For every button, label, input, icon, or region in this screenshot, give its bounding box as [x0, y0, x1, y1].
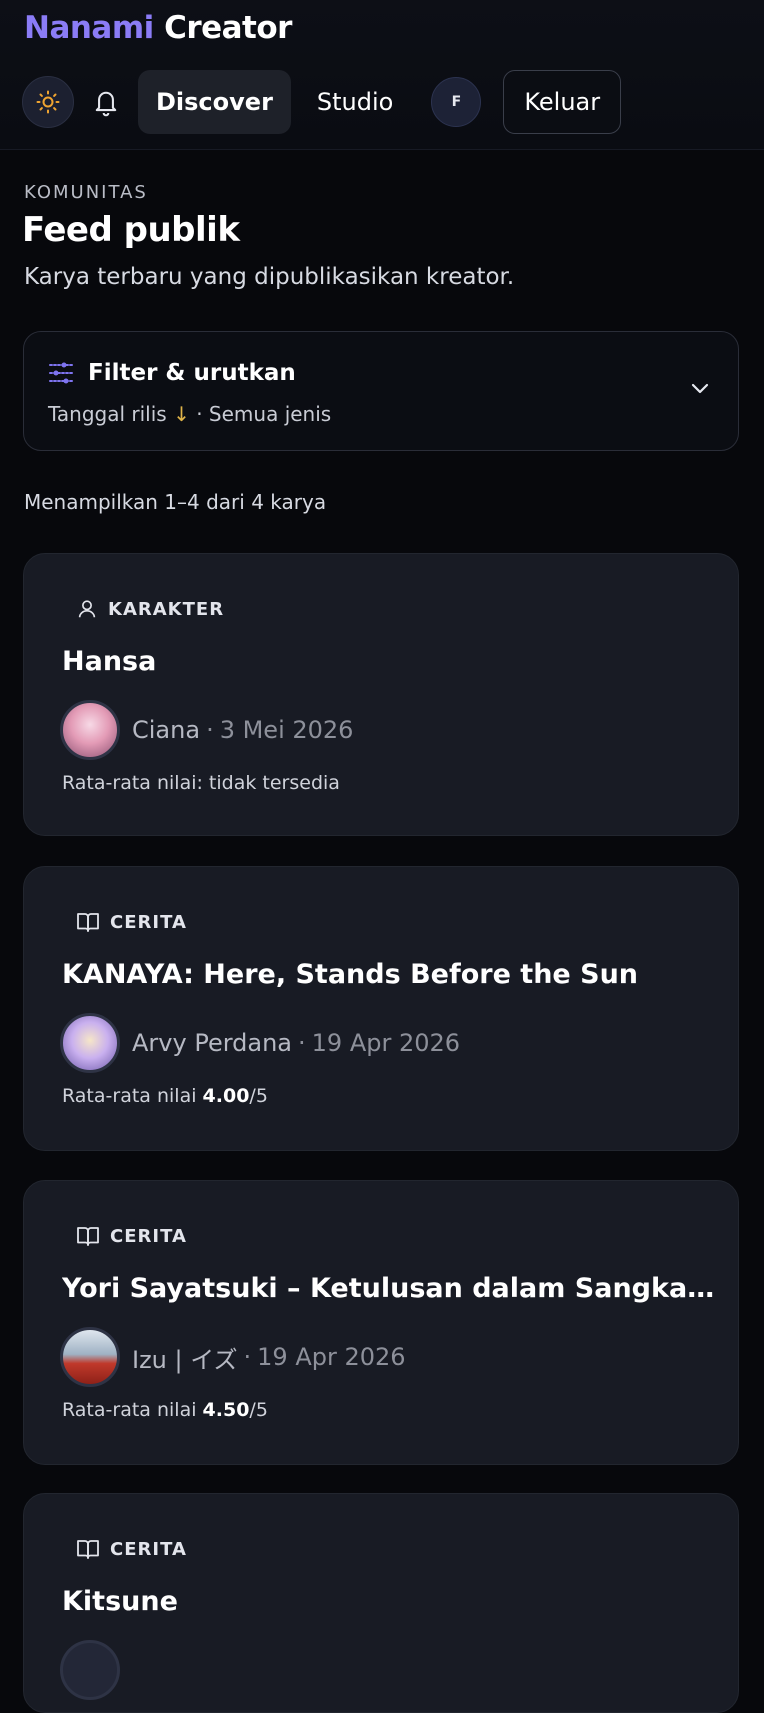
author-name: Arvy Perdana	[132, 1029, 293, 1057]
meta-separator: ·	[298, 1029, 306, 1057]
work-type-badge: CERITA	[76, 911, 187, 933]
type-filter-label: Semua jenis	[208, 402, 332, 426]
average-rating: Rata-rata nilai 4.00/5	[62, 1085, 268, 1107]
author-row[interactable]: Izu | イズ · 19 Apr 2026	[60, 1327, 406, 1387]
publish-date: 19 Apr 2026	[311, 1029, 461, 1057]
work-type-label: CERITA	[110, 911, 187, 933]
rating-value: 4.00	[202, 1085, 250, 1107]
main-nav: Discover Studio F Keluar	[22, 70, 622, 134]
sun-icon	[36, 90, 60, 114]
user-icon	[78, 600, 96, 618]
book-icon	[77, 1227, 99, 1246]
sort-direction-icon: ↓	[173, 402, 190, 426]
rating-prefix: Rata-rata nilai	[62, 1399, 203, 1421]
tab-studio[interactable]: Studio	[299, 70, 411, 134]
filter-title-row: Filter & urutkan	[48, 360, 296, 386]
work-card[interactable]: CERITA KANAYA: Here, Stands Before the S…	[23, 866, 739, 1151]
author-avatar	[60, 1013, 120, 1073]
work-card[interactable]: KARAKTER Hansa Ciana · 3 Mei 2026 Rata-r…	[23, 553, 739, 836]
meta-separator: ·	[243, 1343, 252, 1371]
work-type-label: KARAKTER	[108, 598, 225, 620]
filter-title: Filter & urutkan	[88, 360, 296, 386]
author-row[interactable]	[60, 1640, 132, 1700]
user-avatar[interactable]: F	[431, 77, 482, 127]
rating-prefix: Rata-rata nilai: tidak tersedia	[62, 772, 340, 794]
brand-second: Creator	[164, 10, 292, 46]
work-type-label: CERITA	[110, 1225, 187, 1247]
rating-prefix: Rata-rata nilai	[62, 1085, 203, 1107]
tab-discover[interactable]: Discover	[138, 70, 291, 134]
work-type-badge: CERITA	[76, 1225, 187, 1247]
page-subtitle: Karya terbaru yang dipublikasikan kreato…	[24, 264, 515, 290]
publish-date: 3 Mei 2026	[219, 716, 354, 744]
author-name: Izu | イズ	[132, 1345, 238, 1374]
chevron-down-icon	[691, 383, 709, 394]
section-eyebrow: KOMUNITAS	[24, 182, 148, 203]
work-title[interactable]: Hansa	[62, 646, 722, 677]
theme-toggle-button[interactable]	[22, 76, 74, 128]
rating-suffix: /5	[249, 1399, 268, 1421]
author-row[interactable]: Arvy Perdana · 19 Apr 2026	[60, 1013, 460, 1073]
publish-date: 19 Apr 2026	[257, 1343, 406, 1371]
author-avatar	[60, 1327, 120, 1387]
work-card[interactable]: CERITA Kitsune	[23, 1493, 739, 1713]
book-icon	[77, 913, 99, 932]
logout-button[interactable]: Keluar	[503, 70, 622, 134]
brand-logo[interactable]: Nanami Creator	[24, 10, 292, 46]
sort-label: Tanggal rilis	[48, 402, 167, 426]
results-count: Menampilkan 1–4 dari 4 karya	[24, 490, 327, 514]
author-avatar	[60, 700, 120, 760]
work-title[interactable]: KANAYA: Here, Stands Before the Sun	[62, 959, 722, 990]
average-rating: Rata-rata nilai: tidak tersedia	[62, 772, 340, 794]
book-icon	[77, 1540, 99, 1559]
work-title[interactable]: Yori Sayatsuki – Ketulusan dalam Sangkar…	[62, 1273, 722, 1304]
top-bar: Nanami Creator Discover Studio F Keluar	[0, 0, 764, 150]
bell-icon	[95, 91, 117, 117]
work-type-badge: KARAKTER	[76, 598, 224, 620]
filter-panel-toggle[interactable]: Filter & urutkan Tanggal rilis ↓ · Semua…	[23, 331, 739, 451]
filter-summary: Tanggal rilis ↓ · Semua jenis	[48, 402, 331, 426]
average-rating: Rata-rata nilai 4.50/5	[62, 1399, 268, 1421]
author-row[interactable]: Ciana · 3 Mei 2026	[60, 700, 353, 760]
filter-separator: ·	[196, 402, 203, 426]
sliders-icon	[49, 362, 73, 384]
brand-first: Nanami	[24, 10, 154, 46]
work-type-label: CERITA	[110, 1538, 187, 1560]
author-name: Ciana	[132, 716, 201, 744]
work-type-badge: CERITA	[76, 1538, 187, 1560]
rating-value: 4.50	[202, 1399, 250, 1421]
page-title: Feed publik	[22, 210, 240, 250]
work-title[interactable]: Kitsune	[62, 1586, 722, 1617]
notifications-button[interactable]	[88, 76, 124, 128]
work-card[interactable]: CERITA Yori Sayatsuki – Ketulusan dalam …	[23, 1180, 739, 1465]
rating-suffix: /5	[249, 1085, 268, 1107]
author-avatar	[60, 1640, 120, 1700]
meta-separator: ·	[206, 716, 214, 744]
